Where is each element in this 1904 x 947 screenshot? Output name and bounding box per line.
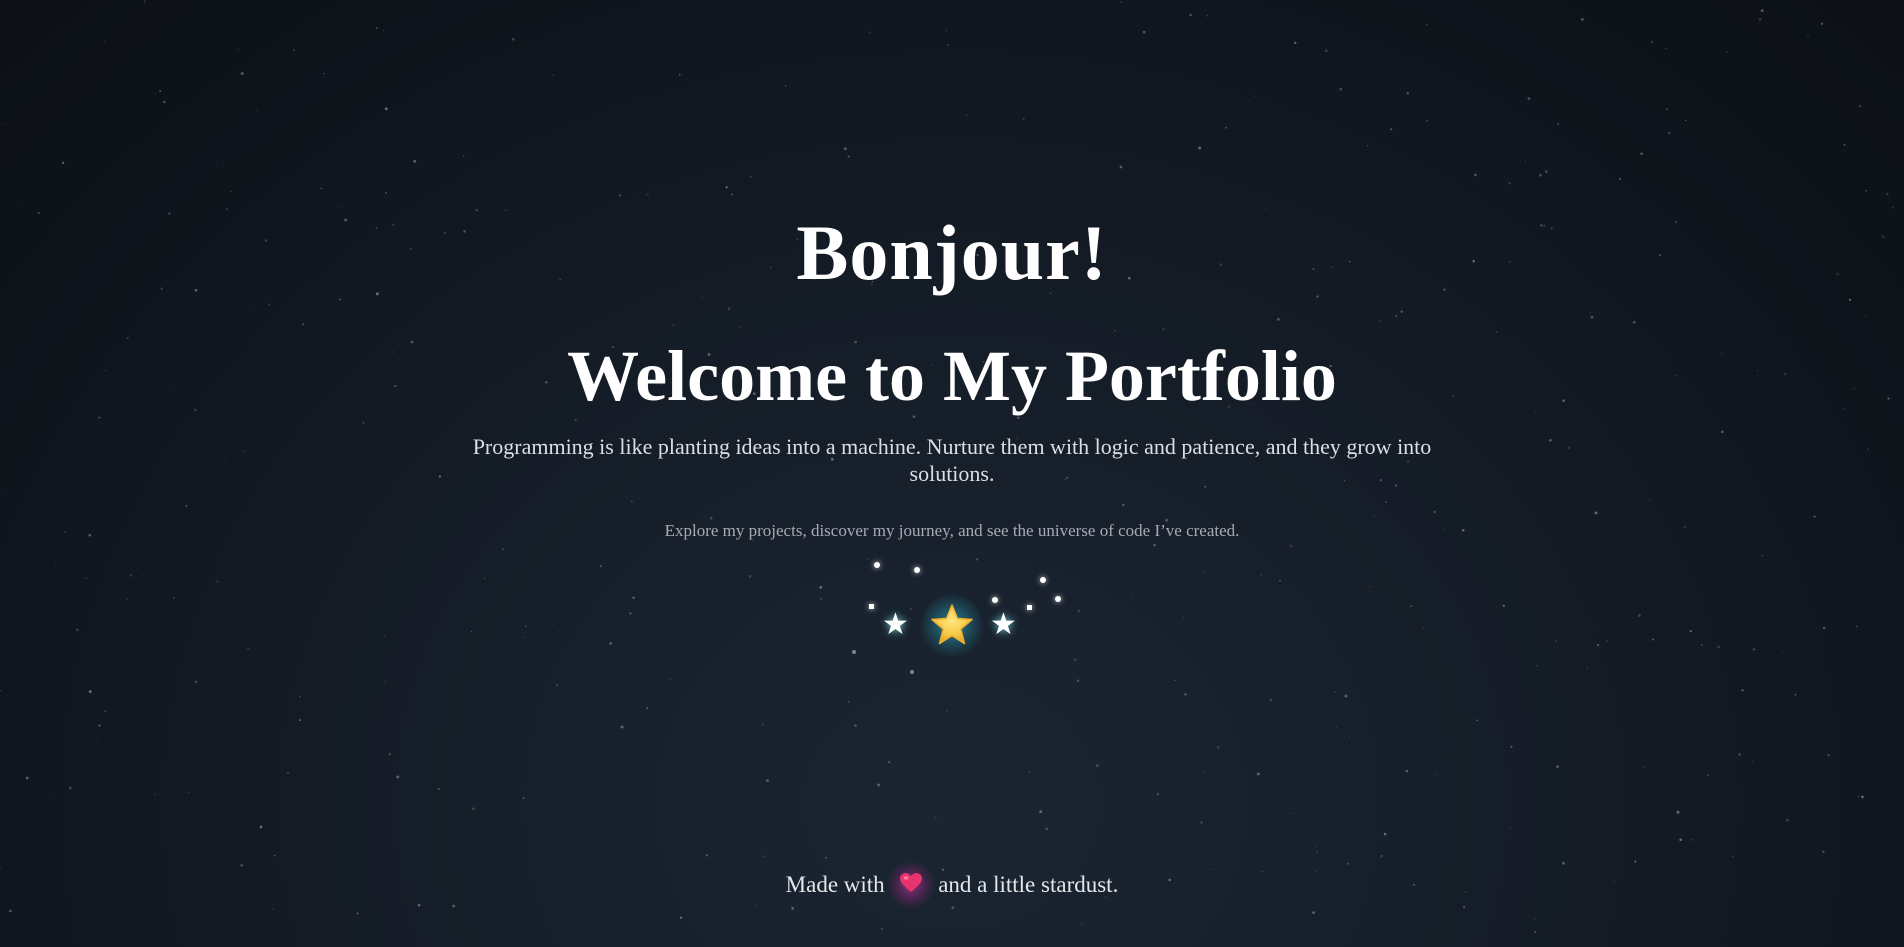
sparkle-dot [910, 670, 914, 674]
explore-text: Explore my projects, discover my journey… [664, 521, 1240, 540]
sparkle-dot [1027, 605, 1032, 610]
sparkle-dot [914, 567, 920, 573]
heart-icon [886, 860, 937, 910]
footer-text-before: Made with [785, 872, 885, 897]
sparkle-dot [874, 562, 880, 568]
sparkle-dot [869, 604, 874, 609]
page-title: Welcome to My Portfolio [567, 336, 1337, 416]
star-emblem: ★ ★ [852, 555, 1061, 685]
footer: Made with and a little stardust. [0, 860, 1904, 910]
sparkle-dot [992, 597, 998, 603]
glowing-star-icon [920, 593, 984, 657]
footer-text-after: and a little stardust. [938, 872, 1119, 897]
greeting-title: Bonjour! [796, 209, 1108, 296]
white-star-icon: ★ [882, 608, 909, 641]
sparkle-dot [1055, 596, 1061, 602]
white-star-icon: ★ [990, 608, 1017, 641]
sparkle-dot [852, 650, 856, 654]
tagline-text: Programming is like planting ideas into … [472, 434, 1432, 486]
sparkle-dot [1040, 577, 1046, 583]
